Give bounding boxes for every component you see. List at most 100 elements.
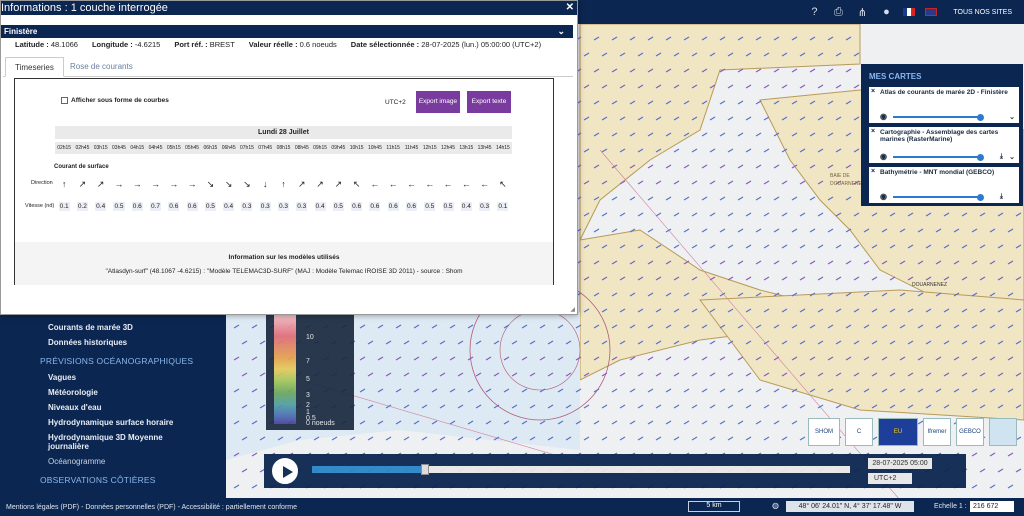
checkbox-box[interactable]: [61, 97, 68, 104]
print-icon[interactable]: ⎙: [831, 6, 845, 19]
current-arrow: [673, 212, 680, 217]
current-arrow: [763, 148, 770, 153]
nav-hydro-surface[interactable]: Hydrodynamique surface horaire: [0, 415, 226, 430]
current-arrow: [1007, 356, 1014, 361]
all-sites-menu[interactable]: TOUS NOS SITES: [953, 9, 1012, 16]
current-arrow: [737, 356, 744, 361]
speed-value: 0.6: [186, 202, 198, 211]
player-date[interactable]: 28-07-2025 05:00: [868, 458, 932, 469]
current-arrow: [835, 52, 842, 57]
current-arrow: [251, 484, 258, 489]
current-arrow: [791, 68, 798, 73]
zoom-icon[interactable]: [989, 418, 1017, 446]
chevron-down-icon[interactable]: ⌄: [1009, 113, 1015, 121]
eye-icon[interactable]: ◉: [880, 152, 887, 161]
current-arrow: [611, 388, 618, 393]
nav-hydro-3d[interactable]: Hydrodynamique 3D Moyenne journalière: [0, 430, 190, 454]
user-icon[interactable]: ●: [879, 6, 893, 18]
map-layer-card[interactable]: × Atlas de courants de marée 2D - Finist…: [869, 87, 1019, 123]
current-arrow: [529, 372, 536, 377]
logo-gebco[interactable]: GEBCO: [956, 418, 984, 446]
nav-oceanogramme[interactable]: Océanogramme: [0, 454, 226, 469]
tab-rose-courants[interactable]: Rose de courants: [61, 57, 142, 77]
current-arrow: [1015, 372, 1022, 377]
current-arrow: [601, 436, 608, 441]
opacity-slider[interactable]: [893, 116, 983, 118]
opacity-slider[interactable]: [893, 156, 983, 158]
location-icon[interactable]: ◍: [772, 501, 779, 510]
time-slider[interactable]: [312, 464, 850, 475]
speed-value: 0.4: [223, 202, 235, 211]
current-arrow: [277, 436, 284, 441]
direction-arrow: ←: [461, 179, 471, 189]
eye-icon[interactable]: ◉: [880, 192, 887, 201]
nav-vagues[interactable]: Vagues: [0, 370, 226, 385]
export-text-button[interactable]: Export texte: [467, 91, 511, 113]
play-button[interactable]: [272, 458, 298, 484]
logo-c[interactable]: C: [845, 418, 873, 446]
current-arrow: [683, 292, 690, 297]
opacity-slider[interactable]: [893, 196, 983, 198]
surface-current-label: Courant de surface: [54, 164, 109, 170]
current-arrow: [709, 308, 716, 313]
player-timezone[interactable]: UTC+2: [868, 473, 912, 484]
close-icon[interactable]: ×: [871, 88, 875, 95]
opacity-knob[interactable]: [977, 114, 984, 121]
logo-shom[interactable]: SHOM: [808, 418, 840, 446]
current-arrow: [881, 356, 888, 361]
export-image-button[interactable]: Export image: [416, 91, 460, 113]
map-layer-card[interactable]: × Bathymétrie - MNT mondial (GEBCO) ◉ ⤓: [869, 167, 1019, 203]
logo-eu[interactable]: EU: [878, 418, 918, 446]
current-arrow: [1015, 340, 1022, 345]
current-arrow: [547, 372, 554, 377]
nav-courants-3d[interactable]: Courants de marée 3D: [0, 320, 226, 335]
share-icon[interactable]: ⋔: [855, 6, 869, 19]
current-arrow: [727, 372, 734, 377]
download-icon[interactable]: ⤓: [1000, 153, 1003, 161]
opacity-knob[interactable]: [977, 194, 984, 201]
chevron-down-icon[interactable]: ⌄: [557, 25, 565, 38]
close-icon[interactable]: ✕: [566, 2, 574, 13]
scale-label: Echelle 1 :: [934, 503, 967, 510]
current-arrow: [737, 228, 744, 233]
time-slider-thumb[interactable]: [420, 464, 429, 475]
footer-links[interactable]: Mentions légales (PDF) - Données personn…: [6, 504, 297, 511]
current-arrow: [593, 260, 600, 265]
close-icon[interactable]: ×: [871, 168, 875, 175]
scale-input[interactable]: 216 672: [970, 501, 1014, 512]
current-arrow: [665, 292, 672, 297]
help-icon[interactable]: ?: [807, 6, 821, 18]
close-icon[interactable]: ×: [871, 128, 875, 135]
map-layer-card[interactable]: × Cartographie - Assemblage des cartes m…: [869, 127, 1019, 163]
chevron-down-icon[interactable]: ⌄: [1009, 153, 1015, 161]
current-arrow: [529, 404, 536, 409]
nav-section-observations[interactable]: OBSERVATIONS CÔTIÈRES: [0, 469, 226, 489]
models-title: Information sur les modèles utilisés: [228, 254, 340, 261]
logo-ifremer[interactable]: Ifremer: [923, 418, 951, 446]
download-icon[interactable]: ⤓: [1000, 193, 1003, 201]
eye-icon[interactable]: ◉: [880, 112, 887, 121]
current-arrow: [935, 388, 942, 393]
region-header[interactable]: Finistère ⌄: [1, 25, 573, 38]
current-arrow: [773, 100, 780, 105]
nav-meteorologie[interactable]: Météorologie: [0, 385, 226, 400]
current-arrow: [827, 228, 834, 233]
nav-section-previsions[interactable]: PRÉVISIONS OCÉANOGRAPHIQUES: [0, 350, 226, 370]
hour-cell: 12h15: [422, 145, 437, 151]
current-arrow: [629, 356, 636, 361]
current-arrow: [907, 372, 914, 377]
current-arrow: [899, 388, 906, 393]
curves-checkbox[interactable]: Afficher sous forme de courbes: [61, 97, 169, 104]
flag-fr-icon[interactable]: [903, 8, 916, 16]
current-arrow: [809, 324, 816, 329]
current-arrow: [637, 244, 644, 249]
current-arrow: [683, 388, 690, 393]
flag-uk-icon[interactable]: [925, 8, 938, 16]
nav-donnees-historiques[interactable]: Données historiques: [0, 335, 226, 350]
current-arrow: [889, 372, 896, 377]
opacity-knob[interactable]: [977, 154, 984, 161]
nav-niveaux-eau[interactable]: Niveaux d'eau: [0, 400, 226, 415]
resize-handle-icon[interactable]: ◢: [570, 306, 575, 313]
tab-timeseries[interactable]: Timeseries: [5, 57, 64, 77]
current-arrow: [673, 52, 680, 57]
